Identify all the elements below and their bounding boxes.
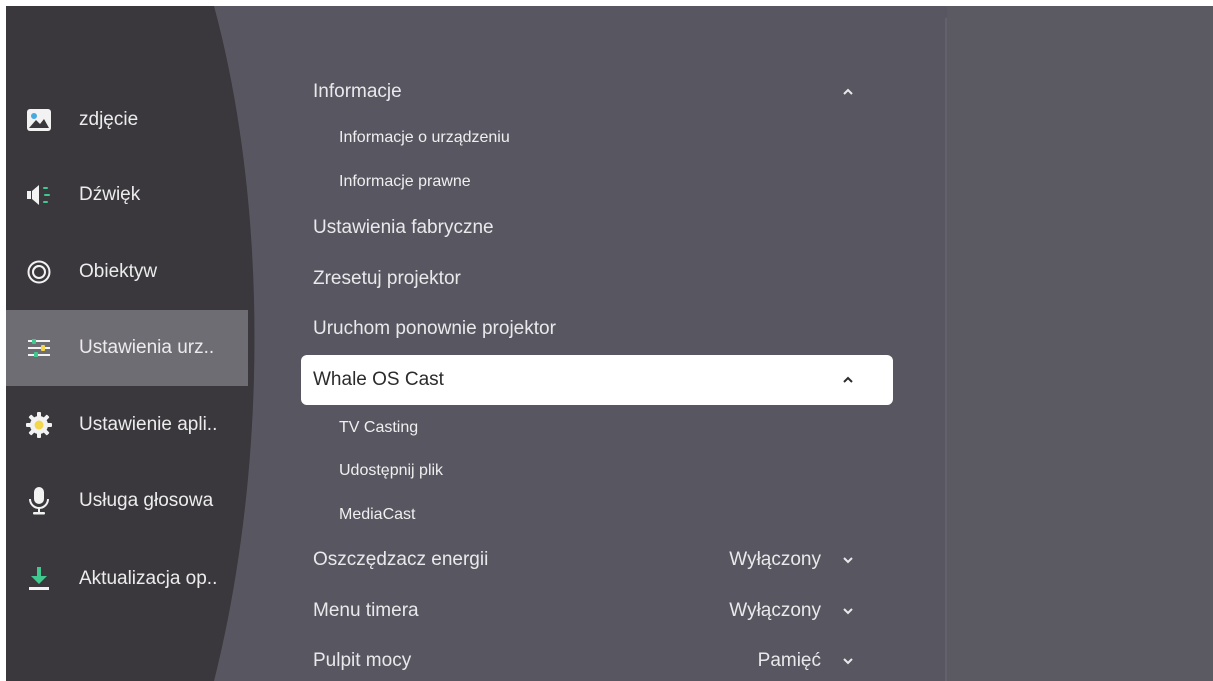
lens-icon bbox=[24, 257, 54, 287]
menu-item-label: Udostępnij plik bbox=[339, 462, 444, 479]
sidebar-item-label: Aktualizacja op.. bbox=[79, 568, 218, 589]
menu-item-label: Informacje bbox=[313, 81, 402, 102]
sidebar-item-label: Ustawienia urz.. bbox=[79, 337, 215, 358]
menu-item-label: Oszczędzacz energii bbox=[313, 549, 489, 570]
sidebar-item-label: Usługa głosowa bbox=[79, 490, 214, 511]
menu-item-legal-information[interactable]: Informacje prawne bbox=[301, 158, 893, 206]
menu-item-label: MediaCast bbox=[339, 506, 416, 523]
sidebar-item-lens[interactable]: Obiektyw bbox=[6, 248, 248, 296]
sidebar-item-label: Obiektyw bbox=[79, 261, 158, 282]
menu-item-information[interactable]: Informacje bbox=[301, 68, 893, 116]
menu-item-timer-menu[interactable]: Menu timera Wyłączony bbox=[301, 587, 893, 635]
chevron-up-icon bbox=[843, 376, 853, 383]
settings-screen: zdjęcie Dźwięk Obiektyw Ustawienia urz..… bbox=[6, 6, 1213, 681]
sidebar-item-sound[interactable]: Dźwięk bbox=[6, 171, 248, 219]
energy-saver-value: Wyłączony bbox=[729, 549, 821, 570]
chevron-down-icon bbox=[843, 608, 853, 615]
microphone-icon bbox=[24, 486, 54, 516]
menu-item-energy-saver[interactable]: Oszczędzacz energii Wyłączony bbox=[301, 536, 893, 584]
sidebar-item-label: Dźwięk bbox=[79, 184, 141, 205]
sidebar-item-app-settings[interactable]: Ustawienie apli.. bbox=[6, 401, 248, 449]
menu-item-label: Ustawienia fabryczne bbox=[313, 217, 494, 238]
menu-item-share-file[interactable]: Udostępnij plik bbox=[301, 447, 893, 495]
power-desktop-value: Pamięć bbox=[757, 650, 821, 671]
sidebar-item-software-update[interactable]: Aktualizacja op.. bbox=[6, 555, 248, 603]
menu-item-label: Informacje prawne bbox=[339, 173, 471, 190]
sidebar-item-label: zdjęcie bbox=[79, 109, 139, 130]
menu-item-restart-projector[interactable]: Uruchom ponownie projektor bbox=[301, 305, 893, 353]
menu-item-mediacast[interactable]: MediaCast bbox=[301, 491, 893, 539]
download-icon bbox=[24, 564, 54, 594]
menu-item-tv-casting[interactable]: TV Casting bbox=[301, 404, 893, 452]
sidebar-item-voice-service[interactable]: Usługa głosowa bbox=[6, 477, 248, 525]
sidebar-item-picture[interactable]: zdjęcie bbox=[6, 96, 248, 144]
detail-panel bbox=[947, 6, 1213, 681]
menu-item-factory-settings[interactable]: Ustawienia fabryczne bbox=[301, 204, 893, 252]
settings-sliders-icon bbox=[24, 333, 54, 363]
menu-item-label: Menu timera bbox=[313, 600, 419, 621]
menu-item-power-desktop[interactable]: Pulpit mocy Pamięć bbox=[301, 637, 893, 681]
menu-item-label: TV Casting bbox=[339, 419, 419, 436]
chevron-down-icon bbox=[843, 557, 853, 564]
menu-item-label: Zresetuj projektor bbox=[313, 268, 461, 289]
sidebar-item-label: Ustawienie apli.. bbox=[79, 414, 218, 435]
menu-item-label: Uruchom ponownie projektor bbox=[313, 318, 556, 339]
menu-item-whale-os-cast[interactable]: Whale OS Cast bbox=[301, 355, 893, 405]
picture-icon bbox=[24, 105, 54, 135]
menu-item-device-information[interactable]: Informacje o urządzeniu bbox=[301, 114, 893, 162]
gear-icon bbox=[24, 410, 54, 440]
timer-menu-value: Wyłączony bbox=[729, 600, 821, 621]
sidebar-item-device-settings[interactable]: Ustawienia urz.. bbox=[6, 310, 248, 386]
chevron-down-icon bbox=[843, 658, 853, 665]
menu-item-label: Informacje o urządzeniu bbox=[339, 129, 510, 146]
menu-item-reset-projector[interactable]: Zresetuj projektor bbox=[301, 255, 893, 303]
menu-item-label: Whale OS Cast bbox=[313, 369, 444, 390]
chevron-up-icon bbox=[843, 88, 853, 95]
speaker-icon bbox=[24, 180, 54, 210]
menu-item-label: Pulpit mocy bbox=[313, 650, 412, 671]
